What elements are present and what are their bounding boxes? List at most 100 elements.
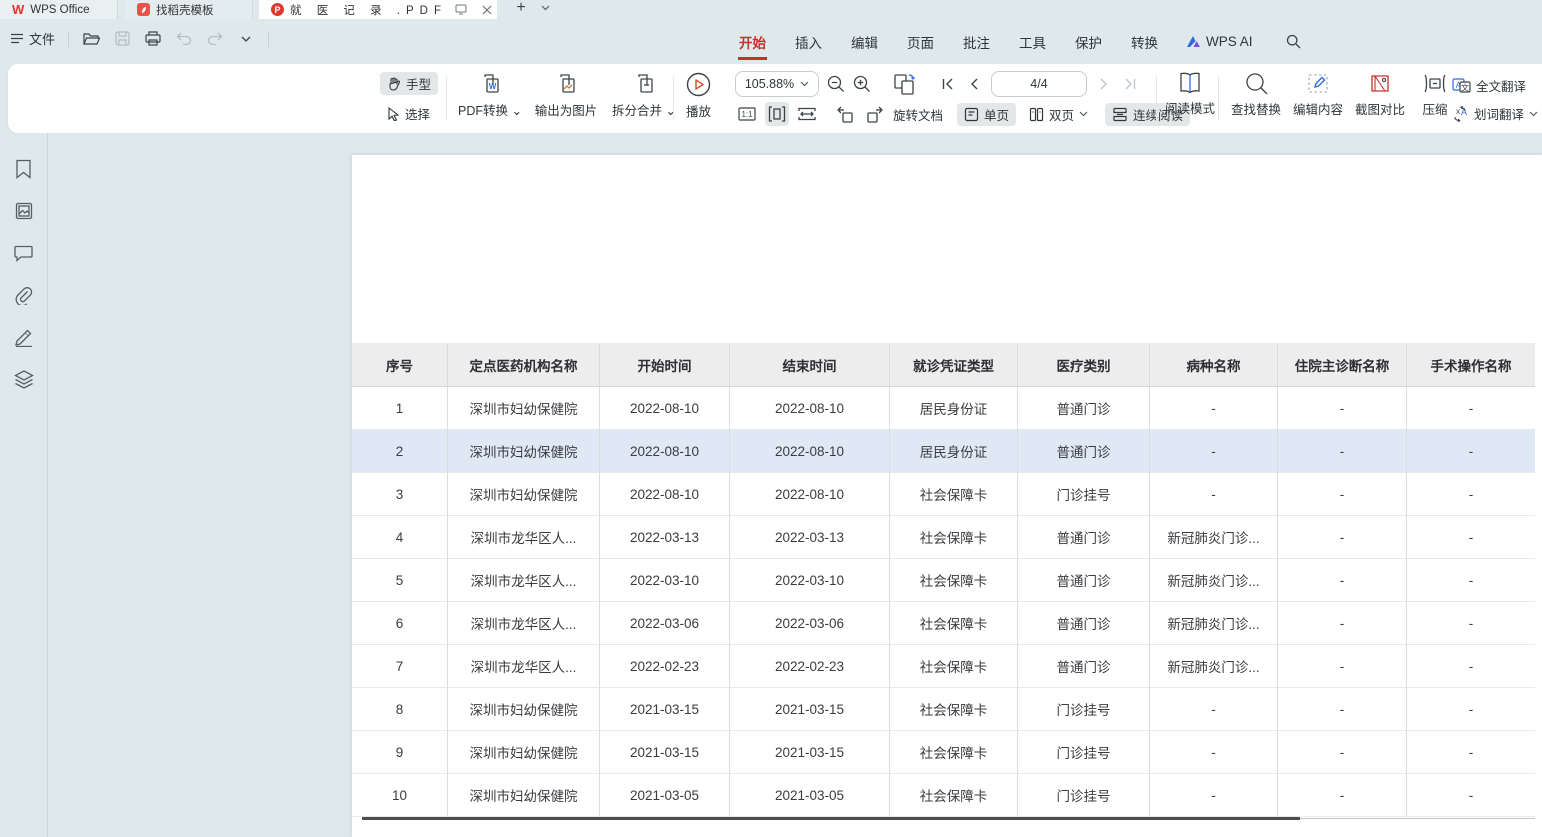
rotate-doc-label[interactable]: 旋转文档	[893, 105, 943, 124]
table-cell: -	[1407, 473, 1535, 516]
svg-text:x: x	[1456, 107, 1460, 116]
single-page-button[interactable]: 单页	[957, 103, 1016, 126]
layers-icon[interactable]	[14, 369, 34, 389]
play-button[interactable]: 播放	[686, 72, 711, 120]
table-cell: 深圳市妇幼保健院	[448, 774, 600, 817]
table-cell: -	[1278, 430, 1407, 473]
edit-content-button[interactable]: 编辑内容	[1290, 72, 1346, 118]
undo-icon[interactable]	[175, 30, 193, 48]
last-page-button[interactable]	[1121, 74, 1139, 94]
table-row: 2深圳市妇幼保健院2022-08-102022-08-10居民身份证普通门诊--…	[352, 430, 1535, 473]
new-tab-button[interactable]: +	[513, 0, 529, 16]
table-cell: 2021-03-15	[600, 731, 730, 774]
split-merge-button[interactable]: 拆分合并 ⌄	[608, 72, 680, 119]
table-cell: 2021-03-05	[600, 774, 730, 817]
bookmark-icon[interactable]	[14, 159, 34, 179]
actual-size-button[interactable]: 1:1	[735, 102, 759, 126]
menu-items: 开始 插入 编辑 页面 批注 工具 保护 转换 WPS AI	[738, 19, 1301, 64]
prev-page-button[interactable]	[965, 74, 983, 94]
monitor-icon[interactable]	[453, 2, 469, 18]
tab-bar: W WPS Office 找稻壳模板 P 就 医 记 录 .PDF +	[0, 0, 1542, 19]
menu-search-icon[interactable]	[1286, 34, 1301, 49]
double-page-button[interactable]: 双页	[1022, 103, 1095, 126]
hand-tool-button[interactable]: 手型	[380, 72, 438, 95]
wps-ai-icon	[1186, 35, 1201, 48]
table-cell: 7	[352, 645, 448, 688]
menu-item-edit[interactable]: 编辑	[850, 19, 879, 64]
chevron-down-icon	[800, 81, 809, 87]
menu-item-insert[interactable]: 插入	[794, 19, 823, 64]
rotate-left-icon[interactable]	[833, 102, 857, 126]
find-replace-button[interactable]: 查找替换	[1228, 72, 1284, 118]
table-cell: 新冠肺炎门诊...	[1150, 516, 1278, 559]
col-header: 就诊凭证类型	[890, 343, 1018, 387]
tab-docer[interactable]: 找稻壳模板	[125, 0, 253, 19]
print-icon[interactable]	[144, 30, 162, 48]
quick-access-chevron-icon[interactable]	[237, 30, 255, 48]
medical-records-table: 序号 定点医药机构名称 开始时间 结束时间 就诊凭证类型 医疗类别 病种名称 住…	[352, 343, 1535, 817]
export-image-button[interactable]: 输出为图片	[528, 72, 604, 119]
table-cell: 1	[352, 387, 448, 430]
fit-page-button[interactable]	[765, 102, 789, 126]
tab-wps-office[interactable]: W WPS Office	[0, 0, 118, 19]
open-file-icon[interactable]	[82, 30, 100, 48]
compress-button[interactable]: 压缩	[1414, 72, 1456, 118]
screenshot-compare-button[interactable]: 截图对比	[1352, 72, 1408, 118]
thumbnails-icon[interactable]	[14, 201, 34, 221]
first-page-button[interactable]	[939, 74, 957, 94]
table-row: 5深圳市龙华区人...2022-03-102022-03-10社会保障卡普通门诊…	[352, 559, 1535, 602]
tab-document-active[interactable]: P 就 医 记 录 .PDF	[259, 0, 497, 19]
signature-icon[interactable]	[14, 327, 34, 347]
tab-label: WPS Office	[30, 4, 89, 16]
attachment-icon[interactable]	[14, 285, 34, 305]
menu-item-comment[interactable]: 批注	[962, 19, 991, 64]
export-image-icon	[554, 72, 578, 96]
table-cell: 2022-03-06	[730, 602, 890, 645]
save-icon[interactable]	[113, 30, 131, 48]
menu-item-home[interactable]: 开始	[738, 19, 767, 64]
table-cell: 社会保障卡	[890, 602, 1018, 645]
word-translate-button[interactable]: x A 划词翻译	[1452, 104, 1538, 123]
table-cell: 普通门诊	[1018, 387, 1150, 430]
svg-text:文: 文	[1461, 82, 1469, 92]
table-cell: 门诊挂号	[1018, 774, 1150, 817]
select-tool-button[interactable]: 选择	[380, 102, 437, 125]
tab-list-chevron-icon[interactable]	[537, 0, 553, 16]
zoom-in-button[interactable]	[853, 74, 871, 94]
table-cell: -	[1407, 387, 1535, 430]
table-cell: 2022-08-10	[600, 473, 730, 516]
rotate-right-icon[interactable]	[863, 102, 887, 126]
menu-item-convert[interactable]: 转换	[1130, 19, 1159, 64]
page-number-input[interactable]: 4/4	[991, 71, 1087, 97]
next-page-button[interactable]	[1095, 74, 1113, 94]
file-menu[interactable]: 文件	[10, 29, 55, 48]
replace-pages-icon[interactable]	[891, 74, 919, 94]
table-cell: -	[1278, 516, 1407, 559]
zoom-out-button[interactable]	[827, 74, 845, 94]
table-cell: 2022-08-10	[730, 473, 890, 516]
menu-item-wps-ai[interactable]: WPS AI	[1186, 34, 1253, 49]
read-mode-button[interactable]: 阅读模式	[1160, 72, 1220, 117]
table-cell: -	[1407, 430, 1535, 473]
pdf-convert-button[interactable]: W PDF转换 ⌄	[458, 72, 522, 119]
table-row: 8深圳市妇幼保健院2021-03-152021-03-15社会保障卡门诊挂号--…	[352, 688, 1535, 731]
table-cell: -	[1407, 516, 1535, 559]
table-cell: -	[1150, 731, 1278, 774]
col-header: 结束时间	[730, 343, 890, 387]
table-row: 6深圳市龙华区人...2022-03-062022-03-06社会保障卡普通门诊…	[352, 602, 1535, 645]
full-translate-button[interactable]: A 文 全文翻译	[1452, 76, 1526, 95]
fit-width-button[interactable]	[795, 102, 819, 126]
zoom-select[interactable]: 105.88%	[735, 71, 819, 97]
menu-item-page[interactable]: 页面	[906, 19, 935, 64]
menu-item-protect[interactable]: 保护	[1074, 19, 1103, 64]
table-cell: 普通门诊	[1018, 645, 1150, 688]
table-cell: -	[1407, 645, 1535, 688]
comments-icon[interactable]	[14, 243, 34, 263]
menu-item-tools[interactable]: 工具	[1018, 19, 1047, 64]
table-cell: 门诊挂号	[1018, 473, 1150, 516]
table-cell: 2021-03-05	[730, 774, 890, 817]
chevron-down-icon	[1529, 111, 1538, 117]
table-cell: 2	[352, 430, 448, 473]
close-tab-icon[interactable]	[479, 2, 495, 18]
redo-icon[interactable]	[206, 30, 224, 48]
